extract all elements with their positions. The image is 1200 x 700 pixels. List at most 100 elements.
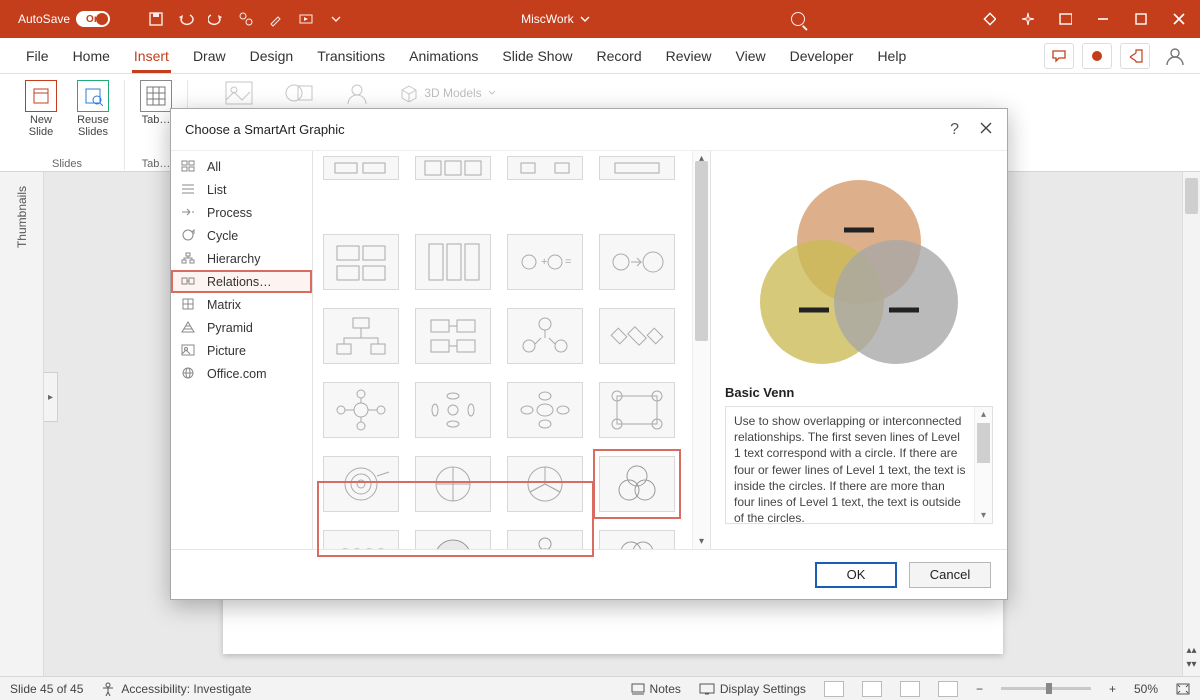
category-hierarchy[interactable]: Hierarchy (171, 247, 312, 270)
category-process[interactable]: Process (171, 201, 312, 224)
gallery-item[interactable]: += (501, 227, 589, 297)
gallery-item[interactable] (593, 153, 681, 183)
accessibility-status[interactable]: Accessibility: Investigate (101, 682, 251, 696)
slide-counter[interactable]: Slide 45 of 45 (10, 682, 83, 696)
gallery-item[interactable] (501, 375, 589, 445)
autosave-toggle[interactable]: AutoSave On (18, 11, 130, 27)
tab-draw[interactable]: Draw (181, 38, 238, 73)
zoom-level[interactable]: 50% (1134, 682, 1158, 696)
qat-more-icon[interactable] (328, 11, 344, 27)
category-cycle[interactable]: Cycle (171, 224, 312, 247)
gallery-item-linear-venn[interactable] (317, 523, 405, 549)
tab-slide-show[interactable]: Slide Show (490, 38, 584, 73)
tab-home[interactable]: Home (61, 38, 122, 73)
category-pyramid[interactable]: Pyramid (171, 316, 312, 339)
ok-button[interactable]: OK (815, 562, 897, 588)
vertical-scrollbar[interactable]: ▴▴ ▾▾ (1182, 172, 1200, 676)
icons-icon[interactable] (344, 80, 370, 106)
fit-to-window-button[interactable] (1176, 683, 1190, 695)
scroll-down-icon[interactable]: ▾ (693, 536, 710, 547)
category-all[interactable]: All (171, 155, 312, 178)
sparkle-icon[interactable] (1020, 12, 1034, 26)
gallery-item[interactable] (317, 227, 405, 297)
gallery-item[interactable] (501, 301, 589, 371)
zoom-slider[interactable] (1001, 687, 1091, 690)
description-scrollbar-thumb[interactable] (977, 423, 990, 463)
eyedropper-icon[interactable] (268, 11, 284, 27)
undo-icon[interactable] (178, 11, 194, 27)
record-button[interactable] (1082, 43, 1112, 69)
gallery-item[interactable] (501, 449, 589, 519)
notes-button[interactable]: Notes (631, 682, 681, 696)
gallery-item[interactable] (593, 375, 681, 445)
account-icon[interactable] (1164, 45, 1186, 67)
zoom-out-button[interactable]: − (976, 682, 983, 696)
next-slide-icon[interactable]: ▾▾ (1186, 659, 1196, 670)
save-icon[interactable] (148, 11, 164, 27)
tab-view[interactable]: View (724, 38, 778, 73)
tab-developer[interactable]: Developer (778, 38, 866, 73)
sorter-view-button[interactable] (862, 681, 882, 697)
shapes-icon[interactable] (284, 80, 314, 106)
thumbnails-panel[interactable]: Thumbnails (0, 172, 44, 676)
gallery-item[interactable] (593, 523, 681, 549)
category-office-com[interactable]: Office.com (171, 362, 312, 385)
slideshow-view-button[interactable] (938, 681, 958, 697)
gallery-scrollbar[interactable]: ▴ ▾ (692, 151, 710, 549)
tab-animations[interactable]: Animations (397, 38, 490, 73)
pictures-icon[interactable] (224, 80, 254, 106)
gallery-item[interactable] (317, 153, 405, 183)
category-list[interactable]: List (171, 178, 312, 201)
gallery-item[interactable] (317, 375, 405, 445)
dialog-close-button[interactable] (979, 121, 993, 139)
maximize-icon[interactable] (1134, 12, 1148, 26)
gallery-item[interactable] (593, 301, 681, 371)
share-button[interactable] (1120, 43, 1150, 69)
scroll-down-icon[interactable]: ▾ (975, 510, 992, 521)
scrollbar-thumb[interactable] (1185, 178, 1198, 214)
diamond-icon[interactable] (982, 12, 996, 26)
dialog-help-button[interactable]: ? (950, 121, 959, 139)
gallery-item[interactable] (409, 227, 497, 297)
gallery-item[interactable] (409, 449, 497, 519)
gallery-item-basic-venn[interactable] (593, 449, 681, 519)
reuse-slides-button[interactable]: Reuse Slides (72, 80, 114, 138)
touch-mode-icon[interactable] (238, 11, 254, 27)
category-matrix[interactable]: Matrix (171, 293, 312, 316)
gallery-item[interactable] (317, 301, 405, 371)
gallery-item[interactable] (409, 375, 497, 445)
from-beginning-icon[interactable] (298, 11, 314, 27)
display-settings-button[interactable]: Display Settings (699, 682, 806, 696)
3d-models-button[interactable]: 3D Models (400, 80, 495, 106)
comments-button[interactable] (1044, 43, 1074, 69)
tab-review[interactable]: Review (654, 38, 724, 73)
gallery-item[interactable] (409, 301, 497, 371)
close-icon[interactable] (1172, 12, 1186, 26)
tab-record[interactable]: Record (584, 38, 653, 73)
tab-file[interactable]: File (14, 38, 61, 73)
tab-help[interactable]: Help (865, 38, 918, 73)
redo-icon[interactable] (208, 11, 224, 27)
gallery-item[interactable] (501, 153, 589, 183)
description-scrollbar[interactable]: ▴ ▾ (974, 407, 992, 523)
new-slide-button[interactable]: New Slide (20, 80, 62, 138)
category-picture[interactable]: Picture (171, 339, 312, 362)
scroll-up-icon[interactable]: ▴ (975, 409, 992, 420)
minimize-icon[interactable] (1096, 12, 1110, 26)
category-relationship[interactable]: Relations… (171, 270, 312, 293)
document-name[interactable]: MiscWork (521, 12, 589, 26)
gallery-item[interactable] (409, 153, 497, 183)
gallery-grid[interactable]: += (313, 151, 692, 549)
cancel-button[interactable]: Cancel (909, 562, 991, 588)
zoom-in-button[interactable]: + (1109, 682, 1116, 696)
tab-transitions[interactable]: Transitions (305, 38, 397, 73)
normal-view-button[interactable] (824, 681, 844, 697)
reading-view-button[interactable] (900, 681, 920, 697)
tab-insert[interactable]: Insert (122, 38, 181, 73)
window-mode-icon[interactable] (1058, 12, 1072, 26)
gallery-item-stacked-venn[interactable] (409, 523, 497, 549)
gallery-item-radial-venn[interactable] (501, 523, 589, 549)
gallery-item[interactable] (317, 449, 405, 519)
tab-design[interactable]: Design (238, 38, 306, 73)
gallery-scrollbar-thumb[interactable] (695, 161, 708, 341)
